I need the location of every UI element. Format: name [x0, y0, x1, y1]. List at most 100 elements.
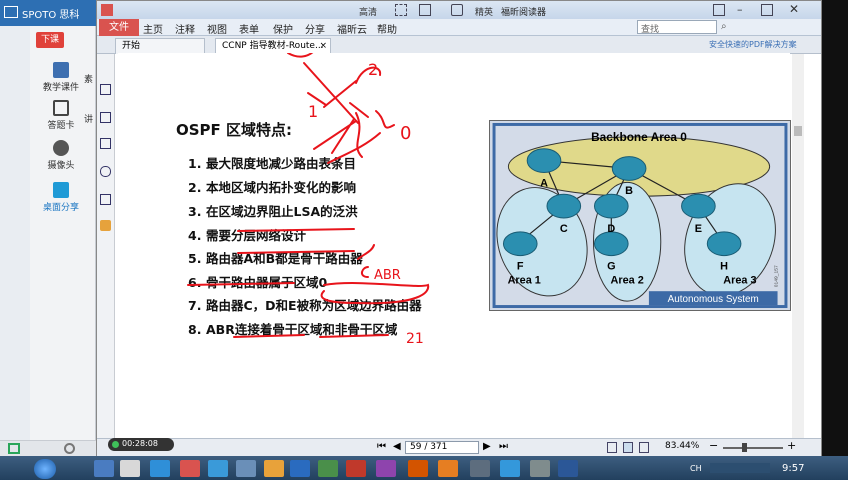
sidebar-item-courseware[interactable]: 教学课件: [30, 62, 92, 93]
lock-icon[interactable]: [100, 220, 111, 231]
continuous-page-icon[interactable]: [623, 442, 633, 453]
taskbar-app-editor-icon[interactable]: [408, 460, 428, 477]
page-indicator[interactable]: 59 / 371: [405, 441, 479, 454]
taskbar-app-tool-icon[interactable]: [376, 460, 396, 477]
tab-start[interactable]: 开始: [115, 38, 205, 54]
menu-form[interactable]: 表单: [239, 21, 259, 36]
sidebar-item-label: 摄像头: [47, 161, 75, 171]
taskbar-app-cloud-icon[interactable]: [500, 460, 520, 477]
home-icon[interactable]: [451, 4, 463, 16]
prev-page-icon[interactable]: ◀: [393, 441, 401, 452]
sidebar-item-label: 教学课件: [42, 83, 79, 93]
window-icon[interactable]: [419, 4, 431, 16]
taskbar-app-terminal-icon[interactable]: [318, 460, 338, 477]
system-tray[interactable]: [710, 463, 770, 473]
zoom-slider-thumb[interactable]: [742, 443, 747, 452]
router-label-b: B: [625, 185, 633, 197]
last-page-icon[interactable]: ⏭: [499, 441, 508, 452]
tab-label: 开始: [122, 41, 141, 51]
router-a: [526, 148, 562, 173]
taskbar-app-browser-icon[interactable]: [150, 460, 170, 477]
taskbar-app-record-icon[interactable]: [346, 460, 366, 477]
search-icon[interactable]: ⌕: [721, 21, 727, 32]
status-bar: ⏮ ◀ 59 / 371 ▶ ⏭ 83.44% − +: [97, 438, 821, 456]
zoom-out-icon[interactable]: −: [709, 439, 718, 452]
promo-text[interactable]: 安全快速的PDF解决方案: [709, 39, 797, 50]
tab-close-icon[interactable]: ×: [319, 39, 327, 54]
router-h: [706, 231, 742, 257]
menu-file[interactable]: 文件: [99, 19, 139, 36]
language-indicator[interactable]: CH: [690, 464, 702, 473]
next-page-icon[interactable]: ▶: [483, 441, 491, 452]
ink-label-0: 0: [400, 123, 411, 144]
sidebar-item-label: 桌面分享: [42, 203, 79, 213]
taskbar-app-pdf-icon[interactable]: [180, 460, 200, 477]
attachment-icon[interactable]: [100, 166, 111, 177]
signature-icon[interactable]: [100, 194, 111, 205]
zoom-level[interactable]: 83.44%: [665, 441, 699, 451]
layers-icon[interactable]: [100, 138, 111, 149]
router-d: [593, 193, 629, 219]
desktop-share-icon: [53, 182, 69, 198]
navigation-panel: [97, 54, 115, 438]
menu-home[interactable]: 主页: [143, 21, 163, 36]
vertical-scrollbar[interactable]: [792, 54, 804, 438]
page-indicator-text: 59 / 371: [410, 442, 448, 452]
menu-protect[interactable]: 保护: [273, 21, 293, 36]
taskbar-app-vm-icon[interactable]: [290, 460, 310, 477]
app-logo-icon: [4, 6, 18, 18]
router-e: [681, 193, 716, 219]
exit-icon[interactable]: [8, 443, 20, 454]
ink-label-2: 2: [368, 60, 378, 79]
menu-comment[interactable]: 注释: [175, 21, 195, 36]
zoom-in-icon[interactable]: +: [787, 439, 796, 452]
taskbar-app-word-icon[interactable]: [558, 460, 578, 477]
taskbar-app-network-icon[interactable]: [236, 460, 256, 477]
taskbar-app-explorer-icon[interactable]: [94, 460, 114, 477]
taskbar-app-tv-icon[interactable]: [470, 460, 490, 477]
right-edge-strip: [822, 0, 848, 456]
search-box[interactable]: 查找: [637, 20, 717, 35]
outer-app-titlebar: SPOTO 思科: [0, 0, 100, 26]
reader-titlebar: 高清 精英 福昕阅读器 – ✕: [97, 1, 821, 19]
hd-button[interactable]: 高清: [359, 5, 377, 18]
menu-share[interactable]: 分享: [305, 21, 325, 36]
taskbar-clock[interactable]: 9:57: [782, 463, 804, 474]
menu-help[interactable]: 帮助: [377, 21, 397, 36]
router-label-a: A: [540, 177, 548, 189]
taskbar-app-qq-icon[interactable]: [208, 460, 228, 477]
menu-view[interactable]: 视图: [207, 21, 227, 36]
router-label-c: C: [560, 223, 568, 235]
menu-bar: 文件 主页 注释 视图 表单 保护 分享 福昕云 帮助 查找 ⌕: [97, 19, 821, 36]
elite-button[interactable]: 精英: [475, 5, 493, 18]
bookmark-icon[interactable]: [100, 112, 111, 123]
router-g: [593, 231, 629, 257]
taskbar-app-chrome-icon[interactable]: [438, 460, 458, 477]
maximize-icon[interactable]: [761, 4, 773, 16]
timer-text: 00:28:08: [122, 439, 158, 448]
close-icon[interactable]: ✕: [789, 2, 799, 16]
backbone-label: Backbone Area 0: [591, 130, 687, 144]
scroll-thumb[interactable]: [794, 126, 802, 136]
menu-foxit-cloud[interactable]: 福昕云: [337, 21, 367, 36]
select-icon[interactable]: [395, 4, 407, 16]
two-page-icon[interactable]: [639, 442, 649, 453]
taskbar-app-settings-icon[interactable]: [530, 460, 550, 477]
tab-document[interactable]: CCNP 指导教材-Route... ×: [215, 38, 331, 54]
outer-app-title: SPOTO 思科: [22, 10, 80, 21]
single-page-icon[interactable]: [607, 442, 617, 453]
minimize-icon[interactable]: –: [737, 3, 743, 16]
sidebar-item-answer-card[interactable]: 答题卡: [30, 100, 92, 131]
restore-icon[interactable]: [713, 4, 725, 16]
sidebar-item-camera[interactable]: 摄像头: [30, 140, 92, 171]
pages-icon[interactable]: [100, 84, 111, 95]
settings-icon[interactable]: [64, 443, 75, 454]
first-page-icon[interactable]: ⏮: [377, 441, 386, 452]
end-class-button[interactable]: 下课: [36, 32, 64, 48]
start-button[interactable]: [34, 459, 56, 479]
zoom-slider[interactable]: [723, 447, 783, 449]
taskbar-app-chat-icon[interactable]: [264, 460, 284, 477]
courseware-icon: [53, 62, 69, 78]
taskbar-app-media-icon[interactable]: [120, 460, 140, 477]
sidebar-item-desktop-share[interactable]: 桌面分享: [30, 182, 92, 213]
